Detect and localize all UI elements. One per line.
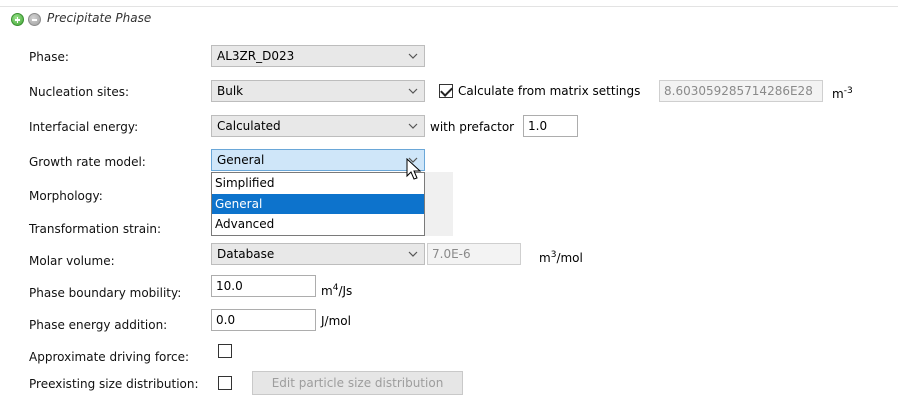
energy-label: Phase energy addition: (29, 318, 168, 332)
interfacial-select[interactable]: Calculated (211, 115, 425, 137)
nucleation-label: Nucleation sites: (29, 85, 130, 99)
preexisting-label: Preexisting size distribution: (29, 377, 199, 391)
edit-particle-size-button[interactable]: Edit particle size distribution (252, 371, 463, 395)
chevron-down-icon (408, 88, 418, 94)
group-title: Precipitate Phase (47, 11, 156, 25)
energy-unit: J/mol (321, 314, 351, 328)
mobility-unit-base: m (321, 284, 333, 298)
nucleation-sites-field: 8.603059285714286E28 (659, 80, 823, 102)
mobility-label: Phase boundary mobility: (29, 286, 182, 300)
group-border (0, 6, 898, 7)
dropdown-option-general[interactable]: General (212, 193, 424, 214)
phase-label: Phase: (29, 50, 69, 64)
dropdown-option-advanced[interactable]: Advanced (212, 214, 424, 235)
energy-input[interactable]: 0.0 (211, 309, 316, 331)
interfacial-select-value: Calculated (217, 119, 281, 133)
nucleation-unit: m-3 (832, 86, 853, 101)
chevron-down-icon (408, 53, 418, 59)
chevron-down-icon (408, 123, 418, 129)
driving-label: Approximate driving force: (29, 350, 190, 364)
phase-select[interactable]: AL3ZR_D023 (211, 45, 425, 67)
remove-circle-icon[interactable] (28, 13, 41, 26)
prefactor-label: with prefactor (430, 120, 515, 134)
molar-select[interactable]: Database (211, 243, 425, 265)
chevron-down-icon (408, 251, 418, 257)
molar-label: Molar volume: (29, 254, 115, 268)
growth-label: Growth rate model: (29, 155, 146, 169)
mobility-input[interactable]: 10.0 (211, 275, 316, 297)
preexisting-size-checkbox[interactable] (218, 376, 232, 390)
nucleation-unit-base: m (832, 87, 844, 101)
nucleation-unit-sup: -3 (843, 86, 853, 96)
hidden-controls-area (425, 172, 453, 236)
nucleation-select[interactable]: Bulk (211, 80, 425, 102)
mobility-unit-tail: /Js (338, 284, 353, 298)
molar-select-value: Database (217, 247, 275, 261)
molar-volume-field: 7.0E-6 (427, 243, 521, 265)
molar-unit-tail: /mol (556, 251, 583, 265)
nucleation-select-value: Bulk (217, 84, 244, 98)
approximate-driving-force-checkbox[interactable] (218, 344, 232, 358)
morphology-label: Morphology: (29, 189, 103, 203)
mobility-unit: m4/Js (321, 283, 352, 298)
phase-select-value: AL3ZR_D023 (217, 49, 295, 63)
calculate-from-matrix-label: Calculate from matrix settings (458, 84, 641, 98)
interfacial-label: Interfacial energy: (29, 120, 139, 134)
growth-select[interactable]: General (211, 149, 425, 171)
molar-unit-base: m (539, 251, 551, 265)
add-circle-icon[interactable] (11, 13, 24, 26)
growth-select-value: General (217, 153, 265, 167)
molar-unit: m3/mol (539, 250, 583, 265)
mouse-cursor-icon (406, 158, 422, 180)
calculate-from-matrix-checkbox[interactable] (439, 84, 453, 98)
dropdown-option-simplified[interactable]: Simplified (212, 173, 424, 194)
strain-label: Transformation strain: (29, 222, 162, 236)
growth-dropdown-list[interactable]: Simplified General Advanced (211, 172, 425, 236)
prefactor-input[interactable]: 1.0 (523, 115, 578, 137)
